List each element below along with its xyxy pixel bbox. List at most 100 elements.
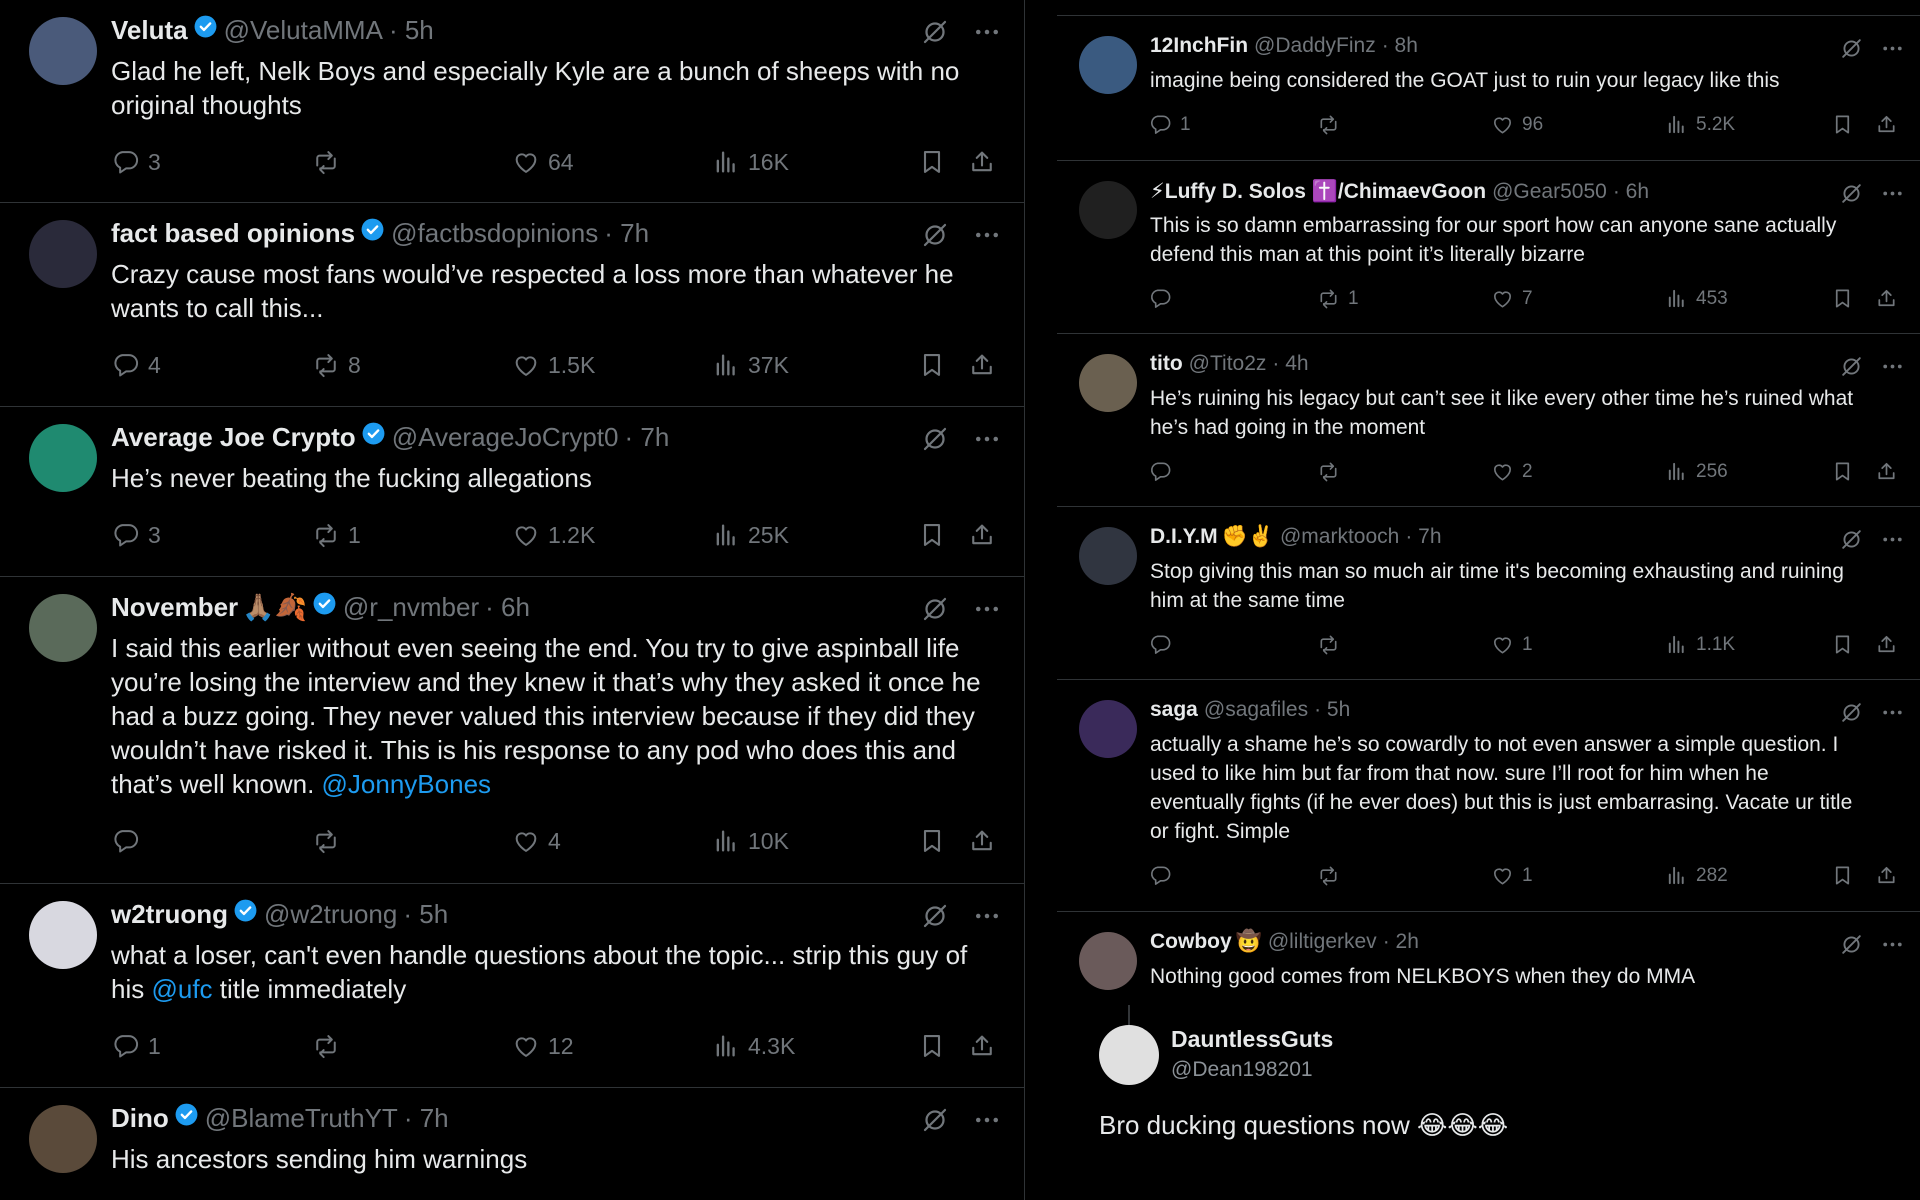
quote-author-handle[interactable]: @Dean198201 (1171, 1058, 1313, 1082)
views-button[interactable]: 10K (712, 827, 789, 855)
author-handle[interactable]: @AverageJoCrypt0 (392, 422, 619, 453)
reply-button[interactable]: 4 (112, 351, 161, 379)
reply-button[interactable] (1149, 864, 1172, 887)
author-name[interactable]: tito (1150, 352, 1183, 376)
author-name[interactable]: fact based opinions (111, 218, 355, 249)
bookmark-button[interactable] (918, 148, 946, 176)
grok-icon[interactable] (1839, 932, 1864, 957)
avatar[interactable] (1079, 36, 1137, 94)
share-button[interactable] (1875, 460, 1898, 483)
tweet[interactable]: ⚡Luffy D. Solos ✝️/ChimaevGoon @Gear5050 ·… (1057, 161, 1920, 334)
grok-icon[interactable] (1839, 36, 1864, 61)
reply-button[interactable] (112, 827, 140, 855)
repost-button[interactable] (312, 827, 340, 855)
views-button[interactable]: 453 (1665, 287, 1728, 310)
reply-button[interactable]: 3 (112, 521, 161, 549)
like-button[interactable]: 7 (1491, 287, 1533, 310)
avatar[interactable] (29, 424, 97, 492)
reply-button[interactable] (1149, 287, 1172, 310)
avatar[interactable] (29, 901, 97, 969)
post-time[interactable]: · 5h (389, 15, 434, 46)
mention-link[interactable]: @ufc (151, 974, 212, 1004)
post-time[interactable]: · 7h (404, 1103, 449, 1134)
post-time[interactable]: · 7h (1405, 525, 1441, 549)
more-options-icon[interactable] (1880, 700, 1905, 725)
bookmark-button[interactable] (1831, 864, 1854, 887)
tweet[interactable]: tito @Tito2z · 4h He’s ruining his legacy b… (1057, 334, 1920, 507)
tweet[interactable]: Cowboy 🤠 @liltigerkev · 2h Nothing good come… (1057, 912, 1920, 1005)
grok-icon[interactable] (1839, 354, 1864, 379)
views-button[interactable]: 16K (712, 148, 789, 176)
tweet[interactable]: Veluta @VelutaMMA · 5h Glad he left, Nelk B… (0, 0, 1024, 203)
grok-icon[interactable] (920, 594, 950, 624)
views-button[interactable]: 37K (712, 351, 789, 379)
more-options-icon[interactable] (972, 17, 1002, 47)
author-handle[interactable]: @Gear5050 (1492, 180, 1607, 204)
more-options-icon[interactable] (1880, 527, 1905, 552)
author-name[interactable]: Dino (111, 1103, 169, 1134)
quote-author-name[interactable]: DauntlessGuts (1171, 1026, 1333, 1053)
views-button[interactable]: 282 (1665, 864, 1728, 887)
share-button[interactable] (968, 521, 996, 549)
author-name[interactable]: 12InchFin (1150, 34, 1248, 58)
more-options-icon[interactable] (972, 594, 1002, 624)
views-button[interactable]: 4.3K (712, 1032, 795, 1060)
post-time[interactable]: · 7h (625, 422, 670, 453)
author-name[interactable]: November (111, 592, 238, 623)
tweet[interactable]: Dino @BlameTruthYT · 7h His ancestors sendi… (0, 1088, 1024, 1200)
grok-icon[interactable] (920, 1105, 950, 1135)
bookmark-button[interactable] (1831, 287, 1854, 310)
repost-button[interactable]: 8 (312, 351, 361, 379)
share-button[interactable] (968, 827, 996, 855)
avatar[interactable] (29, 220, 97, 288)
author-handle[interactable]: @factbsdopinions (391, 218, 598, 249)
avatar[interactable] (29, 594, 97, 662)
avatar[interactable] (29, 1105, 97, 1173)
author-name[interactable]: w2truong (111, 899, 228, 930)
avatar[interactable] (1099, 1025, 1159, 1085)
author-name[interactable]: ⚡Luffy D. Solos ✝️/ChimaevGoon (1150, 179, 1486, 204)
share-button[interactable] (1875, 287, 1898, 310)
reply-button[interactable]: 1 (1149, 113, 1191, 136)
more-options-icon[interactable] (1880, 932, 1905, 957)
reply-button[interactable]: 1 (112, 1032, 161, 1060)
views-button[interactable]: 25K (712, 521, 789, 549)
post-time[interactable]: · 6h (485, 592, 530, 623)
post-time[interactable]: · 8h (1382, 34, 1418, 58)
post-time[interactable]: · 7h (604, 218, 649, 249)
avatar[interactable] (1079, 354, 1137, 412)
like-button[interactable]: 64 (512, 148, 574, 176)
more-options-icon[interactable] (972, 901, 1002, 931)
grok-icon[interactable] (1839, 700, 1864, 725)
more-options-icon[interactable] (1880, 36, 1905, 61)
author-handle[interactable]: @r_nvmber (343, 592, 479, 623)
grok-icon[interactable] (920, 424, 950, 454)
post-time[interactable]: · 2h (1383, 930, 1419, 954)
quoted-tweet-card[interactable]: DauntlessGuts @Dean198201 Bro ducking qu… (1057, 1005, 1920, 1200)
repost-button[interactable] (1317, 460, 1340, 483)
author-name[interactable]: Cowboy (1150, 930, 1232, 954)
post-time[interactable]: · 5h (403, 899, 448, 930)
reply-button[interactable] (1149, 460, 1172, 483)
tweet[interactable]: Average Joe Crypto @AverageJoCrypt0 · 7h He… (0, 407, 1024, 577)
avatar[interactable] (1079, 181, 1137, 239)
tweet[interactable]: November 🙏🏽🍂 @r_nvmber · 6h I said this earl… (0, 577, 1024, 884)
author-handle[interactable]: @Tito2z (1189, 352, 1267, 376)
repost-button[interactable]: 1 (1317, 287, 1359, 310)
author-handle[interactable]: @DaddyFinz (1254, 34, 1376, 58)
repost-button[interactable] (1317, 113, 1340, 136)
share-button[interactable] (968, 1032, 996, 1060)
grok-icon[interactable] (920, 17, 950, 47)
post-time[interactable]: · 6h (1613, 180, 1649, 204)
repost-button[interactable] (312, 1032, 340, 1060)
views-button[interactable]: 5.2K (1665, 113, 1735, 136)
repost-button[interactable]: 1 (312, 521, 361, 549)
like-button[interactable]: 2 (1491, 460, 1533, 483)
repost-button[interactable] (312, 148, 340, 176)
views-button[interactable]: 256 (1665, 460, 1728, 483)
like-button[interactable]: 96 (1491, 113, 1543, 136)
more-options-icon[interactable] (972, 1105, 1002, 1135)
tweet[interactable]: D.I.Y.M ✊✌️ @marktooch · 7h Stop giving this… (1057, 507, 1920, 680)
grok-icon[interactable] (1839, 181, 1864, 206)
author-handle[interactable]: @marktooch (1280, 525, 1399, 549)
